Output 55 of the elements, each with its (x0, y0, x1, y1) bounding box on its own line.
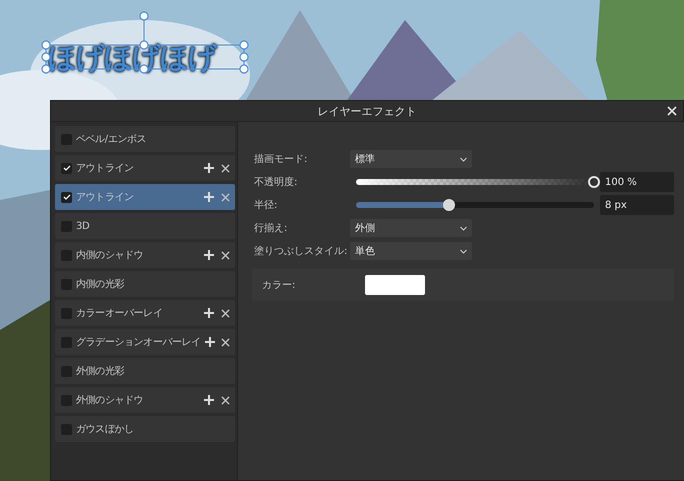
field-label: カラー: (262, 279, 296, 292)
add-button[interactable] (204, 336, 216, 348)
effect-label: アウトライン (76, 191, 135, 204)
add-button[interactable] (203, 394, 215, 406)
effect-label: 外側の光彩 (76, 364, 126, 378)
effect-label: 外側のシャドウ (76, 394, 144, 407)
effect-item[interactable]: 内側のシャドウ (55, 242, 235, 268)
check-icon (62, 164, 70, 172)
effect-label: グラデーションオーバーレイ (76, 336, 201, 349)
check-icon (62, 193, 70, 201)
effect-item[interactable]: カラーオーバーレイ (55, 300, 235, 326)
chevron-down-icon (460, 156, 467, 162)
window-title: レイヤーエフェクト (318, 104, 416, 118)
remove-button[interactable] (219, 249, 231, 261)
effect-item[interactable]: 外側の光彩 (55, 358, 235, 384)
dropdown[interactable]: 単色 (350, 242, 472, 260)
add-button[interactable] (203, 307, 215, 319)
effect-item[interactable]: 外側のシャドウ (55, 387, 235, 413)
add-button[interactable] (203, 162, 215, 174)
effect-label: カラーオーバーレイ (76, 307, 164, 320)
effect-label: アウトライン (76, 162, 135, 175)
dropdown[interactable]: 標準 (350, 150, 472, 168)
add-button[interactable] (203, 191, 215, 203)
field-label: 描画モード: (254, 152, 308, 166)
close-button[interactable] (665, 104, 679, 118)
chevron-down-icon (460, 226, 467, 230)
value-field[interactable]: 8 px (600, 195, 674, 215)
chevron-down-icon (460, 248, 467, 254)
dropdown[interactable]: 外側 (350, 219, 472, 237)
add-button[interactable] (203, 249, 215, 261)
effect-label: 内側の光彩 (76, 278, 126, 291)
effect-item[interactable]: 内側の光彩 (55, 271, 235, 297)
effect-label: ガウスぼかし (76, 423, 135, 436)
value-field[interactable]: 100 % (600, 172, 674, 192)
field-label: 塗りつぶしスタイル: (254, 245, 348, 258)
effect-item[interactable]: 3D (55, 213, 235, 239)
effect-label: 3D (76, 220, 90, 232)
remove-button[interactable] (219, 394, 231, 406)
effect-label: 内側のシャドウ (76, 248, 144, 262)
field-label: 行揃え: (254, 222, 288, 235)
effect-item[interactable]: ガウスぼかし (55, 416, 235, 442)
checkbox[interactable] (61, 162, 72, 174)
remove-button[interactable] (219, 191, 231, 203)
effect-item[interactable]: アウトライン (55, 155, 235, 181)
remove-button[interactable] (219, 307, 231, 319)
remove-button[interactable] (219, 162, 231, 174)
slider-thumb[interactable] (442, 199, 455, 211)
effect-label: ベベル/エンボス (76, 133, 148, 146)
effect-item[interactable]: ベベル/エンボス (55, 126, 235, 152)
field-label: 半径: (254, 198, 278, 212)
checkbox[interactable] (61, 192, 72, 202)
remove-button[interactable] (220, 336, 231, 348)
effect-item[interactable]: グラデーションオーバーレイ (55, 329, 235, 355)
field-label: 不透明度: (254, 176, 298, 189)
color-swatch[interactable] (365, 275, 426, 295)
